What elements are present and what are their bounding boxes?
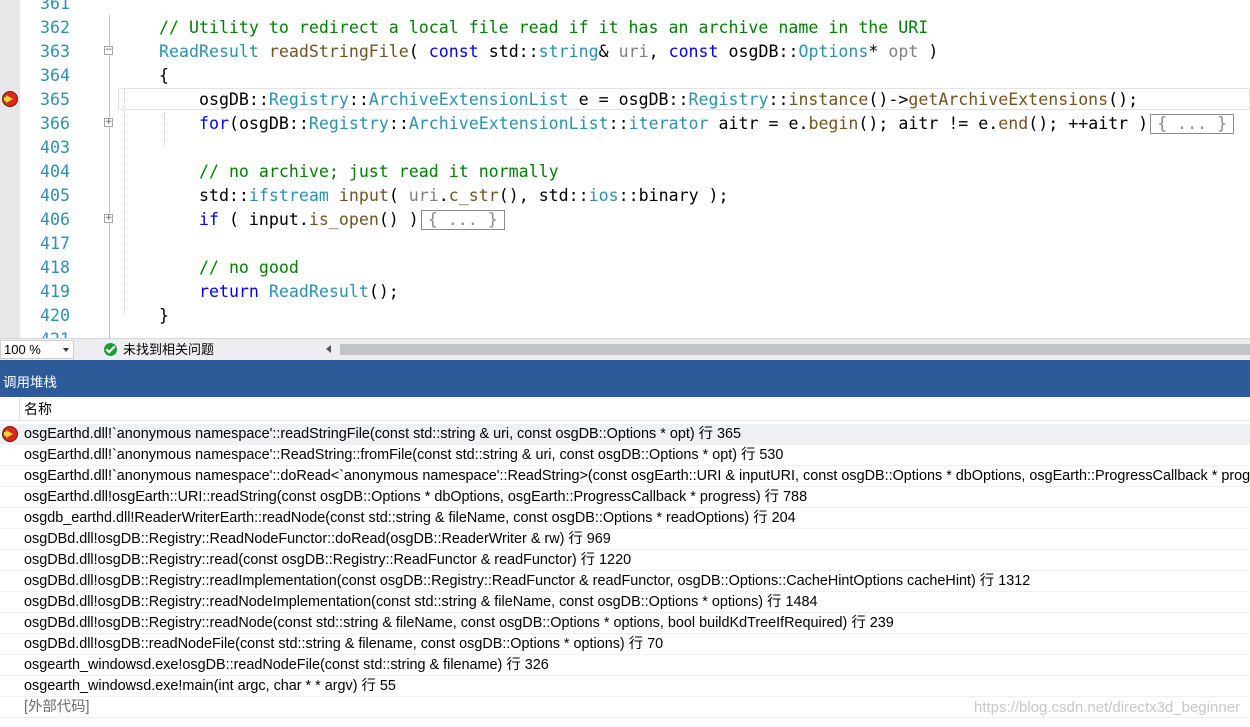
watermark: https://blog.csdn.net/directx3d_beginner <box>973 699 1240 716</box>
frame-name: osgDBd.dll!osgDB::Registry::read(const o… <box>24 552 632 568</box>
line-number: 366 <box>40 114 70 133</box>
code-text[interactable]: std::ifstream input( uri.c_str(), std::i… <box>159 184 729 208</box>
panel-title-bar-top <box>0 360 1250 369</box>
code-text[interactable]: if ( input.is_open() ){ ... } <box>159 208 505 232</box>
call-stack-row[interactable]: osgearth_windowsd.exe!osgDB::readNodeFil… <box>0 655 1250 676</box>
line-number: 420 <box>40 306 70 325</box>
expand-icon[interactable]: + <box>104 118 113 127</box>
code-text[interactable]: ReadResult readStringFile( const std::st… <box>159 40 938 64</box>
check-circle-icon <box>104 343 117 356</box>
line-number: 364 <box>40 66 70 85</box>
chevron-down-icon <box>63 348 69 352</box>
code-line[interactable]: 366 + for(osgDB::Registry::ArchiveExtensi… <box>0 112 1250 136</box>
line-number: 361 <box>40 0 70 13</box>
frame-name: osgEarthd.dll!osgEarth::URI::readString(… <box>24 489 808 505</box>
editor-status-strip: 100 % 未找到相关问题 <box>0 338 1250 360</box>
code-line[interactable]: 417 <box>0 232 1250 256</box>
call-stack-header: 名称 <box>0 397 1250 421</box>
frame-name: osgDBd.dll!osgDB::Registry::readNodeImpl… <box>24 594 818 610</box>
line-number: 403 <box>40 138 70 157</box>
code-line[interactable]: 364 { <box>0 64 1250 88</box>
call-stack-title[interactable]: 调用堆栈 <box>0 369 1250 397</box>
frame-name: osgEarthd.dll!`anonymous namespace'::Rea… <box>24 447 784 463</box>
code-line[interactable]: 363 − ReadResult readStringFile( const std… <box>0 40 1250 64</box>
line-number: 405 <box>40 186 70 205</box>
horizontal-scrollbar-thumb[interactable] <box>340 344 1250 355</box>
code-line[interactable]: 406 + if ( input.is_open() ){ ... } <box>0 208 1250 232</box>
code-line[interactable]: 365 osgDB::Registry::ArchiveExtensionLis… <box>0 88 1250 112</box>
line-number: 406 <box>40 210 70 229</box>
column-separator[interactable] <box>19 397 20 421</box>
call-stack-row[interactable]: osgEarthd.dll!`anonymous namespace'::Rea… <box>0 445 1250 466</box>
call-stack-row[interactable]: osgEarthd.dll!`anonymous namespace'::doR… <box>0 466 1250 487</box>
code-line[interactable]: 419 return ReadResult(); <box>0 280 1250 304</box>
line-number: 419 <box>40 282 70 301</box>
code-line[interactable]: 362 // Utility to redirect a local file r… <box>0 16 1250 40</box>
frame-name: osgearth_windowsd.exe!osgDB::readNodeFil… <box>24 657 549 673</box>
frame-name: osgearth_windowsd.exe!main(int argc, cha… <box>24 678 396 694</box>
call-stack-row[interactable]: osgDBd.dll!osgDB::Registry::ReadNodeFunc… <box>0 529 1250 550</box>
call-stack-row[interactable]: osgDBd.dll!osgDB::Registry::read(const o… <box>0 550 1250 571</box>
call-stack-row[interactable]: osgEarthd.dll!osgEarth::URI::readString(… <box>0 487 1250 508</box>
line-number: 418 <box>40 258 70 277</box>
call-stack-title-text: 调用堆栈 <box>3 375 57 390</box>
frame-name: osgDBd.dll!osgDB::Registry::readNode(con… <box>24 615 894 631</box>
code-text[interactable]: // no good <box>159 256 299 280</box>
code-editor[interactable]: 361 362 // Utility to redirect a local fil… <box>0 0 1250 338</box>
code-line[interactable]: 405 std::ifstream input( uri.c_str(), st… <box>0 184 1250 208</box>
code-line[interactable]: 421 <box>0 328 1250 338</box>
code-text[interactable]: return ReadResult(); <box>159 280 399 304</box>
code-line[interactable]: 420} <box>0 304 1250 328</box>
line-number: 365 <box>40 90 70 109</box>
call-stack-row[interactable]: osgDBd.dll!osgDB::Registry::readNodeImpl… <box>0 592 1250 613</box>
issues-indicator[interactable]: 未找到相关问题 <box>104 341 214 359</box>
breakpoint-current-statement-icon[interactable] <box>2 91 18 107</box>
line-number: 363 <box>40 42 70 61</box>
zoom-level: 100 % <box>4 342 41 357</box>
code-text[interactable]: } <box>159 304 169 328</box>
call-stack-row[interactable]: osgDBd.dll!osgDB::Registry::readNode(con… <box>0 613 1250 634</box>
frame-name: osgEarthd.dll!`anonymous namespace'::rea… <box>24 426 742 442</box>
frame-name: osgDBd.dll!osgDB::Registry::ReadNodeFunc… <box>24 531 611 547</box>
zoom-dropdown[interactable]: 100 % <box>0 340 74 359</box>
call-stack-row[interactable]: osgearth_windowsd.exe!main(int argc, cha… <box>0 676 1250 697</box>
code-text[interactable]: { <box>159 64 169 88</box>
frame-name: osgDBd.dll!osgDB::Registry::readImplemen… <box>24 573 1031 589</box>
line-number: 404 <box>40 162 70 181</box>
line-number: 362 <box>40 18 70 37</box>
call-stack-row[interactable]: osgDBd.dll!osgDB::readNodeFile(const std… <box>0 634 1250 655</box>
frame-name: osgDBd.dll!osgDB::readNodeFile(const std… <box>24 636 664 652</box>
code-text[interactable]: // Utility to redirect a local file read… <box>159 16 928 40</box>
call-stack-row[interactable]: osgDBd.dll!osgDB::Registry::readImplemen… <box>0 571 1250 592</box>
code-text[interactable]: // no archive; just read it normally <box>159 160 559 184</box>
frame-name: [外部代码] <box>24 699 90 715</box>
code-text[interactable]: for(osgDB::Registry::ArchiveExtensionLis… <box>159 112 1235 136</box>
column-header-name[interactable]: 名称 <box>24 397 52 421</box>
code-line[interactable]: 404 // no archive; just read it normally <box>0 160 1250 184</box>
line-number: 417 <box>40 234 70 253</box>
frame-name: osgEarthd.dll!`anonymous namespace'::doR… <box>24 468 1250 484</box>
line-number: 421 <box>22 328 70 338</box>
call-stack-row[interactable]: osgEarthd.dll!`anonymous namespace'::rea… <box>0 424 1250 445</box>
issues-text: 未找到相关问题 <box>123 342 215 357</box>
code-text[interactable]: osgDB::Registry::ArchiveExtensionList e … <box>159 88 1138 112</box>
collapse-icon[interactable]: − <box>104 46 113 55</box>
current-frame-arrow-icon <box>2 426 18 442</box>
scroll-left-arrow-icon[interactable] <box>326 345 331 353</box>
call-stack-row[interactable]: osgdb_earthd.dll!ReaderWriterEarth::read… <box>0 508 1250 529</box>
code-line[interactable]: 403 <box>0 136 1250 160</box>
frame-name: osgdb_earthd.dll!ReaderWriterEarth::read… <box>24 510 796 526</box>
code-line[interactable]: 418 // no good <box>0 256 1250 280</box>
code-line[interactable]: 361 <box>0 0 1250 16</box>
expand-icon[interactable]: + <box>104 214 113 223</box>
